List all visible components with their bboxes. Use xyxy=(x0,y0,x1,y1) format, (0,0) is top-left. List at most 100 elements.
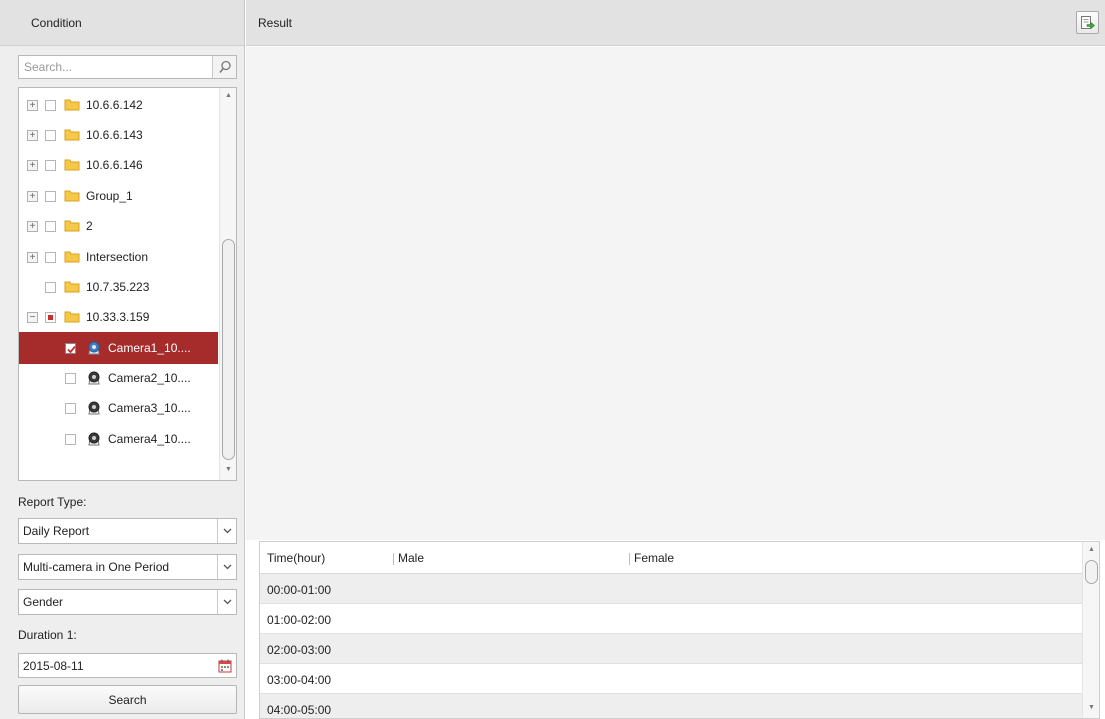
tree-node-label: Camera4_10.... xyxy=(108,432,191,446)
column-header-time[interactable]: Time(hour) xyxy=(267,551,325,565)
expand-icon[interactable]: + xyxy=(27,100,38,111)
tree-node[interactable]: − 10.33.3.159 xyxy=(19,301,218,333)
search-box xyxy=(18,55,237,79)
collapse-icon[interactable]: − xyxy=(27,312,38,323)
tree-node[interactable]: + 2 xyxy=(19,210,218,242)
scroll-down-arrow-icon[interactable]: ▼ xyxy=(225,466,232,473)
period-mode-select[interactable]: Multi-camera in One Period xyxy=(18,554,237,580)
tree-node[interactable]: + 10.6.6.142 xyxy=(19,89,218,121)
tree-node-label: Camera1_10.... xyxy=(108,341,191,355)
folder-icon xyxy=(64,220,80,232)
folder-icon xyxy=(64,129,80,141)
expand-icon[interactable]: + xyxy=(27,221,38,232)
date-value: 2015-08-11 xyxy=(23,658,84,673)
chevron-down-icon[interactable] xyxy=(217,519,236,543)
checkbox[interactable] xyxy=(45,100,56,111)
camera-icon xyxy=(88,371,100,385)
search-button[interactable]: Search xyxy=(18,685,237,714)
tree-node[interactable]: Camera4_10.... xyxy=(19,423,218,455)
column-separator[interactable] xyxy=(393,553,394,565)
folder-icon xyxy=(64,281,80,293)
export-button[interactable] xyxy=(1076,11,1099,34)
checkbox[interactable] xyxy=(65,434,76,445)
chevron-down-icon[interactable] xyxy=(217,590,236,614)
checkbox[interactable] xyxy=(65,373,76,384)
checkbox[interactable] xyxy=(45,282,56,293)
expand-icon[interactable]: + xyxy=(27,252,38,263)
camera-icon xyxy=(88,341,100,355)
tree-node-label: 10.6.6.142 xyxy=(86,98,143,112)
statistic-type-select[interactable]: Gender xyxy=(18,589,237,615)
tree-scroll-thumb[interactable] xyxy=(222,239,235,460)
table-scroll-thumb[interactable] xyxy=(1085,560,1098,584)
checkbox[interactable] xyxy=(45,191,56,202)
scroll-down-arrow-icon[interactable]: ▼ xyxy=(1088,704,1095,711)
tree-node-label: 10.6.6.146 xyxy=(86,158,143,172)
tree-node[interactable]: + Intersection xyxy=(19,241,218,273)
folder-icon xyxy=(64,311,80,323)
table-row[interactable]: 01:00-02:00 xyxy=(260,604,1084,634)
column-separator[interactable] xyxy=(629,553,630,565)
search-input[interactable] xyxy=(19,56,212,78)
table-header: Time(hour) Male Female xyxy=(260,542,1084,574)
result-chart-area xyxy=(246,47,1105,540)
table-row[interactable]: 04:00-05:00 xyxy=(260,694,1084,718)
expand-icon[interactable]: + xyxy=(27,160,38,171)
checkbox-checked[interactable] xyxy=(65,343,76,354)
table-row[interactable]: 03:00-04:00 xyxy=(260,664,1084,694)
tree-node-label: 10.33.3.159 xyxy=(86,310,150,324)
tree-node[interactable]: + 10.6.6.143 xyxy=(19,119,218,151)
calendar-icon[interactable] xyxy=(214,654,236,678)
tree-node-label: Camera3_10.... xyxy=(108,401,191,415)
tree-scrollbar[interactable]: ▲ ▼ xyxy=(219,88,236,480)
checkbox-partial[interactable] xyxy=(45,312,56,323)
table-cell-time: 01:00-02:00 xyxy=(267,613,332,627)
expand-icon[interactable]: + xyxy=(27,191,38,202)
date-field[interactable]: 2015-08-11 xyxy=(18,653,237,678)
scroll-up-arrow-icon[interactable]: ▲ xyxy=(225,92,232,99)
table-row[interactable]: 02:00-03:00 xyxy=(260,634,1084,664)
table-scrollbar[interactable]: ▲ ▼ xyxy=(1082,542,1099,718)
folder-icon xyxy=(64,251,80,263)
tree-node-label: Intersection xyxy=(86,250,149,264)
folder-icon xyxy=(64,190,80,202)
period-mode-value: Multi-camera in One Period xyxy=(23,560,170,574)
table-cell-time: 04:00-05:00 xyxy=(267,703,332,717)
condition-panel: Condition + 10.6.6.142 + 10.6.6.143 + 10… xyxy=(0,0,245,719)
tree-node[interactable]: Camera3_10.... xyxy=(19,392,218,424)
condition-header: Condition xyxy=(0,0,244,46)
checkbox[interactable] xyxy=(45,221,56,232)
table-cell-time: 02:00-03:00 xyxy=(267,643,332,657)
tree-node-label: Camera2_10.... xyxy=(108,371,191,385)
tree-node-selected[interactable]: Camera1_10.... xyxy=(19,332,218,364)
condition-title: Condition xyxy=(31,15,82,30)
column-header-female[interactable]: Female xyxy=(634,551,674,565)
statistic-type-value: Gender xyxy=(23,595,64,609)
result-title: Result xyxy=(258,15,293,30)
checkbox[interactable] xyxy=(45,130,56,141)
folder-icon xyxy=(64,99,80,111)
camera-icon xyxy=(88,401,100,415)
checkbox[interactable] xyxy=(45,252,56,263)
duration-label: Duration 1: xyxy=(18,628,77,642)
scroll-up-arrow-icon[interactable]: ▲ xyxy=(1088,546,1095,553)
chevron-down-icon[interactable] xyxy=(217,555,236,579)
tree-node-label: 2 xyxy=(86,219,93,233)
device-tree: + 10.6.6.142 + 10.6.6.143 + 10.6.6.146 +… xyxy=(18,87,237,481)
tree-node[interactable]: + Group_1 xyxy=(19,180,218,212)
search-icon[interactable] xyxy=(212,56,236,78)
report-type-select[interactable]: Daily Report xyxy=(18,518,237,544)
checkbox[interactable] xyxy=(45,160,56,171)
folder-icon xyxy=(64,159,80,171)
tree-node[interactable]: + 10.6.6.146 xyxy=(19,149,218,181)
checkbox[interactable] xyxy=(65,403,76,414)
result-header: Result xyxy=(246,0,1105,46)
report-type-value: Daily Report xyxy=(23,524,90,538)
tree-node-label: 10.7.35.223 xyxy=(86,280,150,294)
column-header-male[interactable]: Male xyxy=(398,551,424,565)
tree-node[interactable]: 10.7.35.223 xyxy=(19,271,218,303)
table-row[interactable]: 00:00-01:00 xyxy=(260,574,1084,604)
tree-node[interactable]: Camera2_10.... xyxy=(19,362,218,394)
table-cell-time: 00:00-01:00 xyxy=(267,583,332,597)
expand-icon[interactable]: + xyxy=(27,130,38,141)
